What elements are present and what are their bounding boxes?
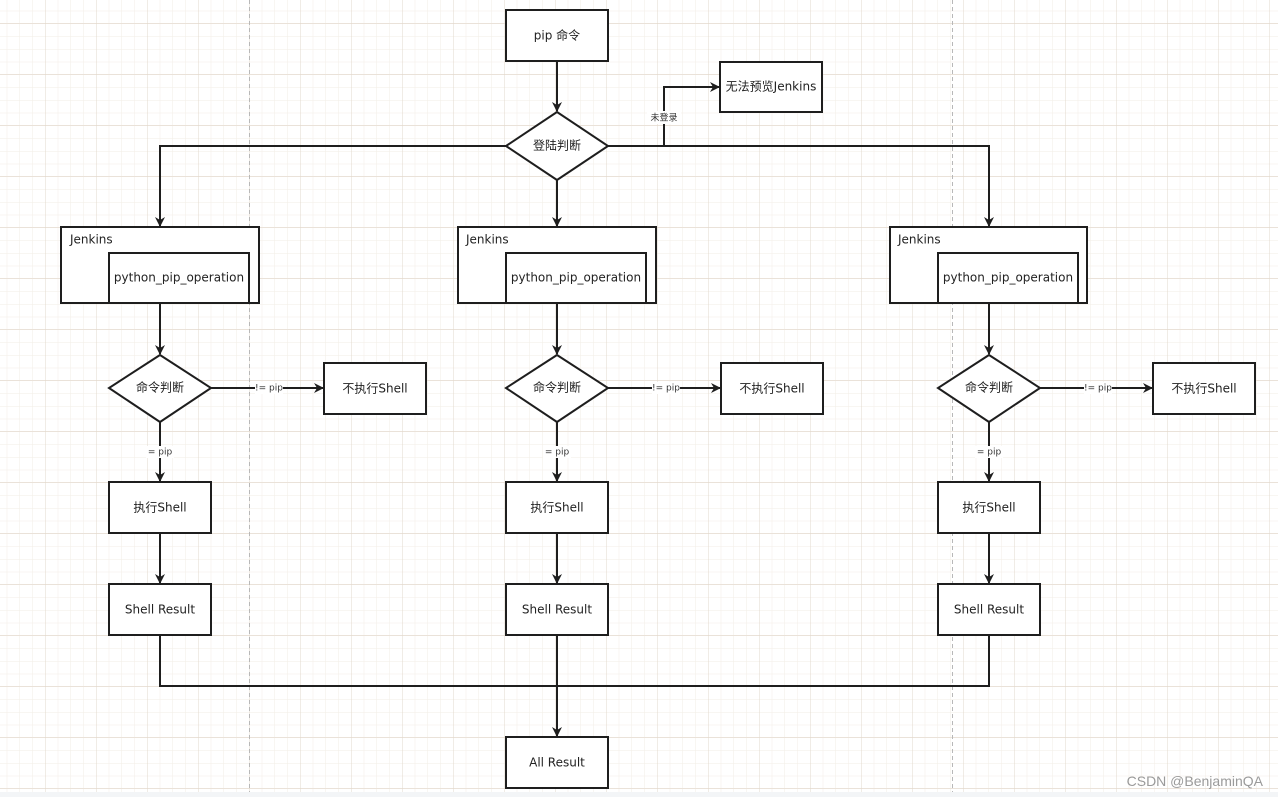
node-shell-result-label: Shell Result bbox=[954, 603, 1024, 617]
node-job[interactable]: python_pip_operation bbox=[108, 252, 250, 304]
node-skip-shell[interactable]: 不执行Shell bbox=[323, 362, 427, 415]
node-execute-shell[interactable]: 执行Shell bbox=[108, 481, 212, 534]
node-jenkins-label: Jenkins bbox=[465, 233, 509, 247]
node-skip-shell-label: 不执行Shell bbox=[1171, 382, 1236, 396]
edge-label-equal-pip: = pip bbox=[148, 448, 173, 458]
node-no-preview[interactable]: 无法预览Jenkins bbox=[719, 61, 823, 113]
edge-label-not-equal-pip: != pip bbox=[652, 384, 680, 394]
node-jenkins-label: Jenkins bbox=[897, 233, 941, 247]
node-command-check-label: 命令判断 bbox=[136, 380, 184, 395]
node-execute-shell[interactable]: 执行Shell bbox=[505, 481, 609, 534]
edge-label-not-equal-pip: != pip bbox=[1084, 384, 1112, 394]
node-skip-shell-label: 不执行Shell bbox=[342, 382, 407, 396]
node-job[interactable]: python_pip_operation bbox=[937, 252, 1079, 304]
node-start-label: pip 命令 bbox=[534, 28, 580, 43]
node-execute-shell-label: 执行Shell bbox=[962, 501, 1015, 515]
node-shell-result[interactable]: Shell Result bbox=[937, 583, 1041, 636]
node-job-label: python_pip_operation bbox=[511, 271, 641, 285]
edge-label-not-logged-in: 未登录 bbox=[650, 112, 677, 124]
node-skip-shell-label: 不执行Shell bbox=[739, 382, 804, 396]
edge-label-equal-pip: = pip bbox=[977, 448, 1002, 458]
node-execute-shell[interactable]: 执行Shell bbox=[937, 481, 1041, 534]
node-jenkins-label: Jenkins bbox=[69, 233, 113, 247]
node-job-label: python_pip_operation bbox=[114, 271, 244, 285]
node-job[interactable]: python_pip_operation bbox=[505, 252, 647, 304]
node-all-result[interactable]: All Result bbox=[505, 736, 609, 789]
node-login-check-label: 登陆判断 bbox=[533, 138, 581, 153]
node-skip-shell[interactable]: 不执行Shell bbox=[720, 362, 824, 415]
node-shell-result[interactable]: Shell Result bbox=[108, 583, 212, 636]
edge-label-not-equal-pip: != pip bbox=[255, 384, 283, 394]
node-no-preview-label: 无法预览Jenkins bbox=[726, 79, 817, 94]
diagram-canvas: 未登录 != pip != pip != pip = pip = pip = p… bbox=[0, 0, 1278, 797]
node-shell-result-label: Shell Result bbox=[522, 603, 592, 617]
watermark: CSDN @BenjaminQA bbox=[1126, 773, 1263, 789]
node-command-check-label: 命令判断 bbox=[533, 380, 581, 395]
node-shell-result[interactable]: Shell Result bbox=[505, 583, 609, 636]
edge-label-equal-pip: = pip bbox=[545, 448, 570, 458]
node-execute-shell-label: 执行Shell bbox=[133, 501, 186, 515]
node-shell-result-label: Shell Result bbox=[125, 603, 195, 617]
node-skip-shell[interactable]: 不执行Shell bbox=[1152, 362, 1256, 415]
node-command-check-label: 命令判断 bbox=[965, 380, 1013, 395]
node-all-result-label: All Result bbox=[529, 756, 585, 770]
node-execute-shell-label: 执行Shell bbox=[530, 501, 583, 515]
bottom-strip bbox=[0, 792, 1278, 797]
node-start[interactable]: pip 命令 bbox=[505, 9, 609, 62]
node-job-label: python_pip_operation bbox=[943, 271, 1073, 285]
